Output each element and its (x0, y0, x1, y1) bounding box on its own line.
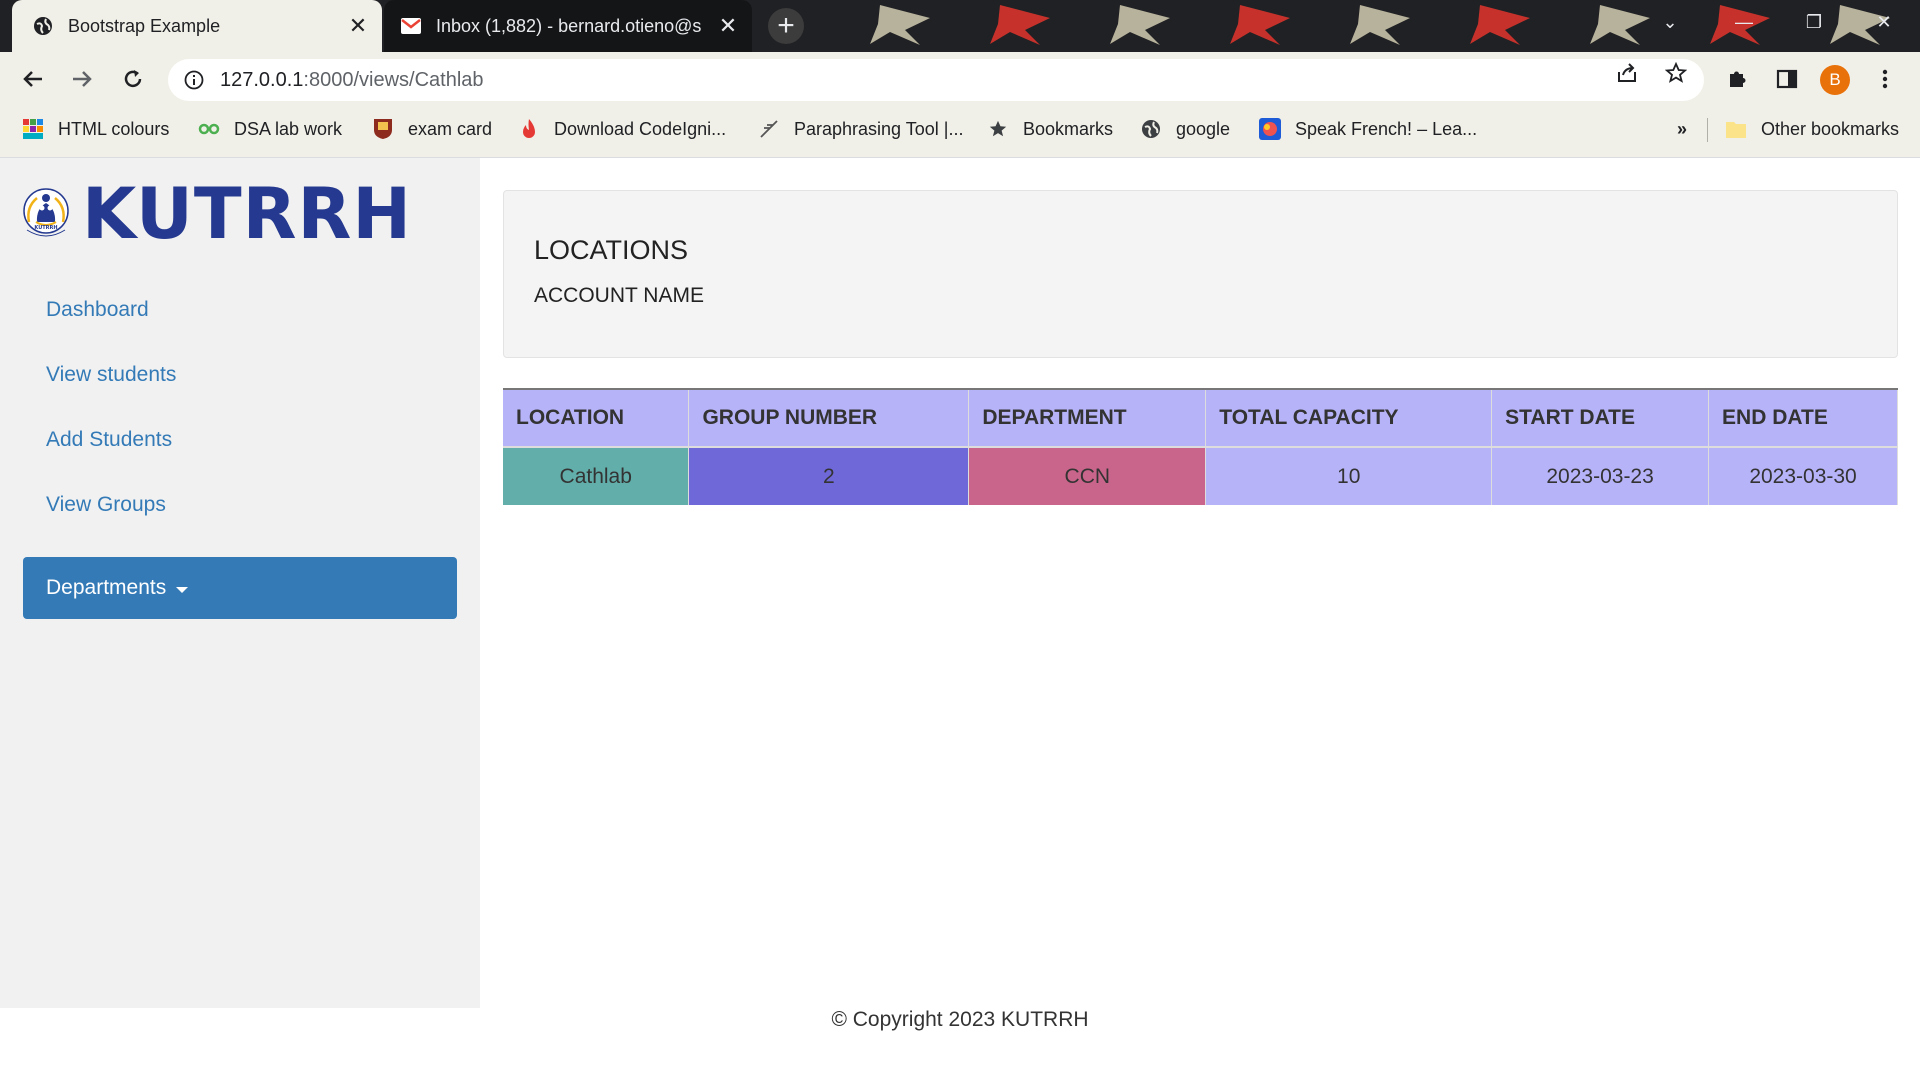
restore-icon[interactable]: ❐ (1784, 0, 1844, 44)
browser-toolbar: 127.0.0.1:8000/views/Cathlab B (0, 52, 1920, 106)
brand-logo[interactable]: KUTRRH KUTRRH (22, 158, 412, 270)
bookmark-label: Speak French! – Lea... (1295, 118, 1478, 139)
hospital-emblem-icon: KUTRRH (23, 188, 69, 237)
feather-icon (758, 118, 780, 140)
svg-text:KUTRRH: KUTRRH (34, 225, 57, 231)
close-window-icon[interactable]: ✕ (1854, 0, 1914, 44)
bookmark-label: exam card (408, 118, 493, 139)
url-text: 127.0.0.1:8000/views/Cathlab (220, 68, 484, 91)
bookmark-speak-french[interactable]: Speak French! – Lea... (1259, 106, 1477, 152)
departments-label: Departments (46, 576, 167, 599)
cell-total-capacity: 10 (1205, 447, 1493, 505)
bookmark-label: Download CodeIgni... (554, 118, 727, 139)
folder-icon (1725, 118, 1747, 140)
bookmarks-overflow-button[interactable]: » (1677, 106, 1687, 152)
column-header-start-date: START DATE (1491, 388, 1710, 448)
bookmark-exam-card[interactable]: exam card (372, 106, 492, 152)
tab-title: Bootstrap Example (68, 15, 221, 36)
tab-inbox[interactable]: Inbox (1,882) - bernard.otieno@s ✕ (384, 0, 752, 52)
forward-icon[interactable] (64, 61, 100, 97)
page-title: LOCATIONS (534, 235, 689, 265)
locations-panel: LOCATIONS ACCOUNT NAME (503, 190, 1898, 358)
sidebar-item-view-groups[interactable]: View Groups (46, 493, 166, 517)
caret-down-icon (176, 586, 189, 593)
site-info-icon[interactable] (182, 68, 206, 92)
close-tab-icon[interactable]: ✕ (344, 12, 372, 40)
cell-start-date: 2023-03-23 (1491, 447, 1710, 505)
cell-department: CCN (968, 447, 1207, 505)
flag-icon (1259, 118, 1281, 140)
bookmark-html-colours[interactable]: HTML colours (22, 106, 169, 152)
bookmark-paraphrasing-tool[interactable]: Paraphrasing Tool |... (758, 106, 963, 152)
reload-icon[interactable] (115, 61, 151, 97)
crest-icon (372, 118, 394, 140)
column-header-total-capacity: TOTAL CAPACITY (1205, 388, 1493, 448)
bookmark-bookmarks[interactable]: Bookmarks (987, 106, 1113, 152)
globe-icon (1140, 118, 1162, 140)
bookmark-label: google (1176, 118, 1231, 139)
tab-search-icon[interactable]: ⌄ (1640, 0, 1700, 44)
column-header-location: LOCATION (503, 388, 690, 448)
tab-strip: Bootstrap Example ✕ Inbox (1,882) - bern… (0, 0, 1920, 52)
bookmarks-divider (1707, 118, 1708, 142)
sidebar-item-view-students[interactable]: View students (46, 363, 176, 387)
sidebar: KUTRRH KUTRRH Dashboard View students Ad… (0, 158, 480, 1008)
bookmark-label: HTML colours (58, 118, 170, 139)
menu-dots-icon[interactable] (1867, 61, 1903, 97)
table-row: Cathlab 2 CCN 10 2023-03-23 2023-03-30 (503, 447, 1898, 505)
tab-bootstrap-example[interactable]: Bootstrap Example ✕ (12, 0, 382, 52)
minimize-icon[interactable]: — (1714, 0, 1774, 44)
column-header-end-date: END DATE (1708, 388, 1898, 448)
bookmarks-bar: HTML colours DSA lab work exam card Down… (0, 106, 1920, 158)
bookmark-star-icon[interactable] (1664, 61, 1688, 85)
bookmark-label: Paraphrasing Tool |... (794, 118, 964, 139)
other-bookmarks[interactable]: Other bookmarks (1725, 106, 1899, 152)
bookmark-label: Other bookmarks (1761, 118, 1900, 139)
page-content: KUTRRH KUTRRH Dashboard View students Ad… (0, 158, 1920, 1078)
table-header-row: LOCATION GROUP NUMBER DEPARTMENT TOTAL C… (503, 388, 1898, 448)
flame-icon (518, 118, 540, 140)
share-icon[interactable] (1615, 61, 1639, 85)
extensions-icon[interactable] (1719, 61, 1755, 97)
link-icon (198, 118, 220, 140)
cell-group-number: 2 (688, 447, 970, 505)
sidebar-item-dashboard[interactable]: Dashboard (46, 298, 149, 322)
column-header-group-number: GROUP NUMBER (688, 388, 970, 448)
tab-title: Inbox (1,882) - bernard.otieno@s (436, 15, 702, 36)
grid-icon (22, 118, 44, 140)
departments-dropdown-button[interactable]: Departments (23, 557, 457, 619)
bookmark-download-codeigniter[interactable]: Download CodeIgni... (518, 106, 726, 152)
cell-location: Cathlab (503, 447, 690, 505)
bookmark-dsa-lab-work[interactable]: DSA lab work (198, 106, 342, 152)
bookmark-label: Bookmarks (1023, 118, 1114, 139)
gmail-icon (400, 15, 422, 37)
locations-table: LOCATION GROUP NUMBER DEPARTMENT TOTAL C… (503, 388, 1898, 505)
back-icon[interactable] (15, 61, 51, 97)
star-icon (987, 118, 1009, 140)
bookmark-google[interactable]: google (1140, 106, 1230, 152)
footer-copyright: © Copyright 2023 KUTRRH (831, 1008, 1089, 1031)
globe-icon (32, 15, 54, 37)
close-tab-icon[interactable]: ✕ (714, 12, 742, 40)
brand-name: KUTRRH (82, 173, 412, 255)
profile-avatar[interactable]: B (1820, 65, 1850, 95)
sidebar-item-add-students[interactable]: Add Students (46, 428, 172, 452)
side-panel-icon[interactable] (1769, 61, 1805, 97)
cell-end-date: 2023-03-30 (1708, 447, 1898, 505)
column-header-department: DEPARTMENT (968, 388, 1207, 448)
address-bar[interactable]: 127.0.0.1:8000/views/Cathlab (168, 59, 1704, 101)
bookmark-label: DSA lab work (234, 118, 343, 139)
account-name-label: ACCOUNT NAME (534, 284, 704, 307)
new-tab-button[interactable]: + (768, 8, 804, 44)
